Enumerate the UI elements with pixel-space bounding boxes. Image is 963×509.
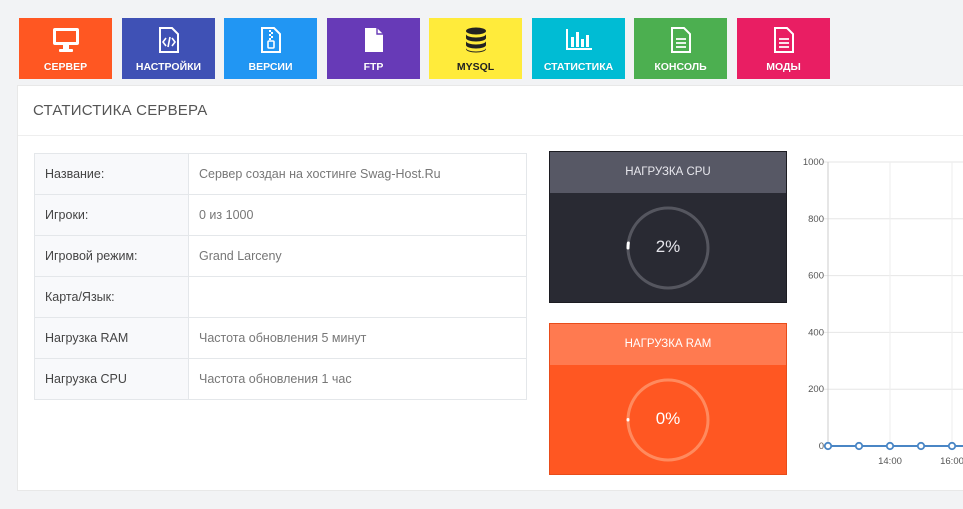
table-row: Нагрузка RAM Частота обновления 5 минут: [34, 317, 527, 359]
database-icon: [465, 27, 486, 53]
panel-title: СТАТИСТИКА СЕРВЕРА: [33, 102, 208, 119]
row-value: Частота обновления 1 час: [188, 358, 527, 400]
tab-label: СЕРВЕР: [43, 61, 88, 73]
row-key: Карта/Язык:: [34, 276, 189, 318]
data-point: [823, 441, 833, 451]
tab-label: НАСТРОЙКИ: [135, 61, 202, 73]
y-tick-label: 0: [819, 441, 824, 452]
table-row: Нагрузка CPU Частота обновления 1 час: [34, 358, 527, 400]
row-value: [188, 276, 527, 318]
data-point: [885, 441, 895, 451]
data-point: [947, 441, 957, 451]
tab-ftp[interactable]: FTP: [327, 18, 420, 79]
server-info-table: Название: Сервер создан на хостинге Swag-…: [34, 153, 527, 400]
load-chart: 1000 800 600 400 200 0 14:00 16:00: [803, 157, 963, 467]
table-row: Игроки: 0 из 1000: [34, 194, 527, 236]
tab-label: ВЕРСИИ: [248, 61, 293, 73]
monitor-icon: [52, 28, 79, 52]
row-value: Сервер создан на хостинге Swag-Host.Ru: [188, 153, 527, 195]
row-key: Название:: [34, 153, 189, 195]
table-row: Игровой режим: Grand Larceny: [34, 235, 527, 277]
zip-file-icon: [260, 27, 281, 53]
ram-load-card: НАГРУЗКА RAM 0%: [549, 323, 787, 475]
ram-gauge: 0%: [625, 377, 711, 463]
document-icon: [670, 27, 691, 53]
x-tick-label: 16:00: [940, 456, 963, 467]
tab-statistics[interactable]: СТАТИСТИКА: [532, 18, 625, 79]
row-key: Нагрузка RAM: [34, 317, 189, 359]
document-icon: [773, 27, 794, 53]
tab-mods[interactable]: МОДЫ: [737, 18, 830, 79]
tab-label: FTP: [363, 61, 384, 73]
tab-settings[interactable]: НАСТРОЙКИ: [122, 18, 215, 79]
y-tick-label: 600: [808, 271, 824, 282]
ram-load-title: НАГРУЗКА RAM: [550, 324, 786, 365]
row-value: 0 из 1000: [188, 194, 527, 236]
data-point: [916, 441, 926, 451]
y-tick-label: 1000: [803, 157, 824, 168]
row-value: Частота обновления 5 минут: [188, 317, 527, 359]
cpu-gauge: 2%: [625, 205, 711, 291]
table-row: Название: Сервер создан на хостинге Swag-…: [34, 153, 527, 195]
code-file-icon: [158, 27, 179, 53]
row-key: Игровой режим:: [34, 235, 189, 277]
y-tick-label: 800: [808, 214, 824, 225]
y-tick-label: 200: [808, 384, 824, 395]
file-icon: [364, 28, 383, 52]
bar-chart-icon: [565, 29, 592, 50]
x-tick-label: 14:00: [878, 456, 902, 467]
data-point: [854, 441, 864, 451]
table-row: Карта/Язык:: [34, 276, 527, 318]
tab-versions[interactable]: ВЕРСИИ: [224, 18, 317, 79]
cpu-load-value: 2%: [655, 236, 681, 256]
row-value: Grand Larceny: [188, 235, 527, 277]
cpu-load-title: НАГРУЗКА CPU: [550, 152, 786, 193]
ram-load-value: 0%: [655, 408, 681, 428]
tab-label: МОДЫ: [766, 61, 801, 73]
tab-server[interactable]: СЕРВЕР: [19, 18, 112, 79]
cpu-load-card: НАГРУЗКА CPU 2%: [549, 151, 787, 303]
tab-label: КОНСОЛЬ: [654, 61, 707, 73]
divider: [18, 135, 963, 136]
tab-label: MYSQL: [456, 61, 495, 73]
y-tick-label: 400: [808, 327, 824, 338]
tab-mysql[interactable]: MYSQL: [429, 18, 522, 79]
tab-label: СТАТИСТИКА: [543, 61, 614, 73]
tab-console[interactable]: КОНСОЛЬ: [634, 18, 727, 79]
row-key: Игроки:: [34, 194, 189, 236]
row-key: Нагрузка CPU: [34, 358, 189, 400]
